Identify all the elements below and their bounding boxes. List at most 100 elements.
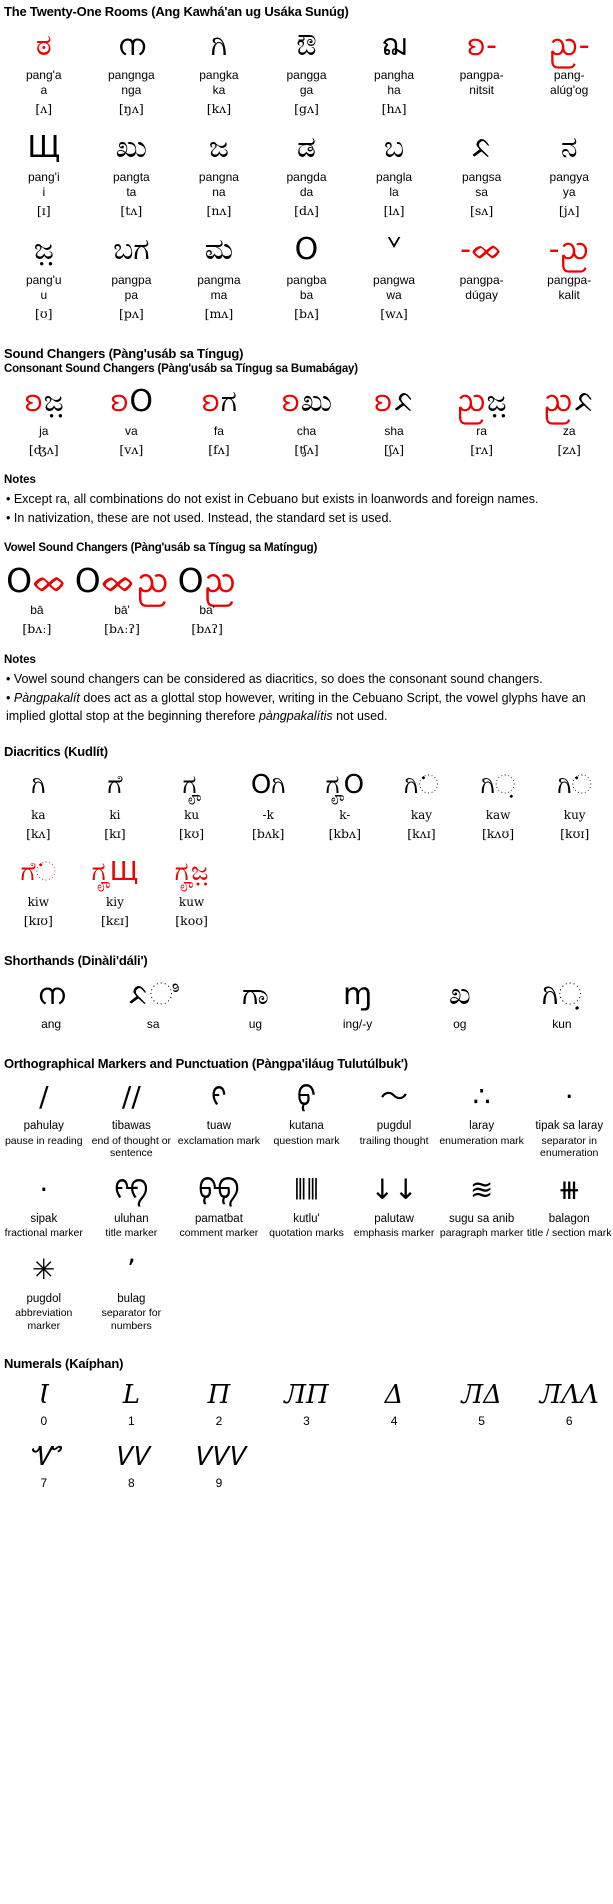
glyph-name: pang'u (25, 272, 62, 287)
changer-mark: ᨧ (200, 383, 221, 419)
shorthand-cell: ಖ og (409, 972, 511, 1038)
diacritic-name: ki (109, 807, 121, 822)
changer-name: va (125, 423, 138, 438)
vowel-name: bā' (114, 603, 130, 618)
glyph-value: ga (299, 83, 314, 97)
punctuation-cell: ᠻ tuaw exclamation mark (175, 1075, 263, 1166)
punctuation-name: tipak sa laray (535, 1120, 604, 1133)
syllable-cell: ಬ pangla la [lʌ] (350, 125, 438, 225)
vowel-sound-changers-row: Oᨖ bā [bʌː] Oᨖᨬ bā' [bʌːʔ] Oᨬ ba' [bʌʔ] (0, 556, 613, 643)
syllable-cell: ฌ pangha ha [hʌ] (350, 23, 438, 123)
changer-name: za (562, 423, 576, 438)
glyph-ipa: [wʌ] (380, 305, 408, 321)
punctuation-name: tuaw (206, 1120, 232, 1133)
glyph-name: pangda (286, 170, 327, 185)
glyph-ipa: [ɪ] (36, 203, 51, 219)
glyph-name: pangnga (107, 68, 155, 82)
changer-name: cha (296, 423, 317, 438)
changer-ipa: [fʌ] (208, 441, 230, 457)
glyph-ipa: [bʌ] (294, 305, 319, 321)
glyph-pangpa: ಬಗ (113, 232, 150, 268)
shorthands-row: ന ang ᨅಿ sa ಗಾ ug ɱ ing/-y ಖ og ಗಿᨘ kun (0, 970, 613, 1038)
glyph-value: ha (387, 83, 401, 97)
numeral-cell: Π 2 (175, 1375, 263, 1435)
punctuation-cell: ⦀⦀ kutlu' quotation marks (263, 1168, 351, 1246)
glyph-value: alúg'og (550, 83, 589, 97)
glyph-pangpanitsit: ᨧ- (466, 27, 497, 63)
punctuation-name: bulag (117, 1292, 146, 1305)
glyph-value: ka (212, 83, 226, 97)
glyph-value: dúgay (465, 287, 498, 302)
vowel-base: O (6, 561, 33, 601)
glyph-value: i (42, 185, 46, 200)
punctuation-cell: // tibawas end of thought or sentence (88, 1075, 176, 1166)
numeral-cell: ᏙᏙ 8 (88, 1437, 176, 1497)
shorthand-name: ing/-y (342, 1017, 373, 1032)
glyph-name: pangpa- (459, 272, 504, 287)
diacritic-cell: ಗೄO k- [kbʌ] (307, 763, 384, 848)
empty-cell (318, 558, 392, 643)
glyph-pangya: ನ (560, 130, 578, 165)
shorthand-glyph-ang: ന (37, 977, 65, 1013)
note-item: • Pàngpakalít does act as a glottal stop… (6, 690, 586, 723)
note-italic-term: pàngpakalítis (258, 708, 333, 723)
glyph-ipa: [ʌ] (35, 101, 53, 116)
note-italic-term: Pàngpakalít (13, 690, 80, 705)
empty-cell (350, 1437, 438, 1497)
glyph-value: kalit (558, 287, 580, 302)
diacritics-row-2: ಗೆᨗ kiw [kɪʊ] ಗೄЩ kiy [kɛɪ] ಗೄಜ಼ kuw [ko… (0, 848, 613, 935)
punctuation-cell: ᠹ kutana question mark (263, 1075, 351, 1166)
syllable-cell: ಬಗ pangpa pa [pʌ] (88, 228, 176, 328)
glyph-pang-u: ಜ಼ (33, 232, 54, 268)
diacritic-name: kiy (105, 895, 124, 910)
numeral-glyph-7: Ꮙ (28, 1441, 60, 1472)
shorthand-glyph-og: ಖ (448, 977, 471, 1013)
diacritic-ipa: [bʌk] (251, 825, 285, 841)
diacritic-cell: ಗೄಜ಼ kuw [koʊ] (153, 850, 230, 935)
punctuation-desc: abbreviation marker (15, 1307, 73, 1332)
empty-cell (307, 850, 384, 935)
glyph-ipa (526, 306, 612, 321)
empty-cell (525, 1248, 613, 1339)
diacritic-glyph-k-final: Oಗಿ (250, 769, 286, 800)
punctuation-glyph-uluhan: ᠻᠻ (114, 1172, 149, 1206)
punctuation-desc: end of thought or sentence (91, 1134, 172, 1160)
punctuation-glyph-palutaw: ↓↓ (370, 1172, 418, 1206)
section-title-shorthands: Shorthands (Dinàli'dáli') (4, 953, 148, 969)
diacritic-cell: ಗೄЩ kiy [kɛɪ] (77, 850, 154, 935)
sound-changer-cell: ᨧ ಜ಼ ja [ʤʌ] (0, 379, 88, 464)
shorthand-glyph-ug: ಗಾ (241, 977, 269, 1013)
punctuation-cell: · tipak sa laray separator in enumeratio… (525, 1075, 613, 1166)
punctuation-name: uluhan (114, 1212, 149, 1225)
shorthand-name: ug (248, 1017, 263, 1032)
punctuation-glyph-laray: ∴ (472, 1080, 491, 1114)
vowel-base: O (74, 561, 101, 601)
vowel-ipa: [bʌʔ] (191, 621, 223, 637)
note-item: • Vowel sound changers can be considered… (6, 671, 543, 686)
shorthand-cell: ಗಿᨘ kun (511, 972, 613, 1038)
vowel-changer-cell: Oᨖ bā [bʌː] (0, 558, 74, 643)
vowel-name: bā (30, 603, 44, 618)
punctuation-row-2: · sipak fractional marker ᠻᠻ uluhan titl… (0, 1166, 613, 1246)
rooms-row-1: ಠ pang'a a [ʌ] ന pangnga nga [ŋʌ] ಗಿ pan… (0, 21, 613, 123)
punctuation-glyph-pugdol: ✳ (32, 1252, 56, 1286)
punctuation-name: pamatbat (194, 1212, 243, 1225)
changer-mark: ᨬ (456, 383, 487, 419)
punctuation-desc: separator in enumeration (540, 1134, 599, 1160)
consonant-sound-changers-row: ᨧ ಜ಼ ja [ʤʌ] ᨧO va [vʌ] ᨧಗ fa [fʌ] ᨧ ಖು ch… (0, 377, 613, 464)
glyph-value: na (212, 185, 226, 200)
changer-base: ಗ (220, 383, 237, 419)
sound-changer-cell: ᨬ ಜ಼ ra [rʌ] (438, 379, 526, 464)
numeral-cell: Ɩ 0 (0, 1375, 88, 1435)
syllable-cell: ᨅ pangsa sa [sʌ] (438, 125, 526, 225)
vowel-changer-cell: Oᨖᨬ bā' [bʌːʔ] (74, 558, 170, 643)
punctuation-name: balagon (548, 1212, 590, 1225)
glyph-ipa: [jʌ] (558, 203, 580, 219)
glyph-name: pangla (376, 170, 413, 185)
changer-base: ᨅ (573, 383, 596, 419)
glyph-ipa (439, 306, 525, 321)
diacritic-ipa: [kʌɪ] (407, 825, 436, 841)
punctuation-cell: ᠹᠹ pamatbat comment marker (175, 1168, 263, 1246)
empty-cell (244, 558, 318, 643)
